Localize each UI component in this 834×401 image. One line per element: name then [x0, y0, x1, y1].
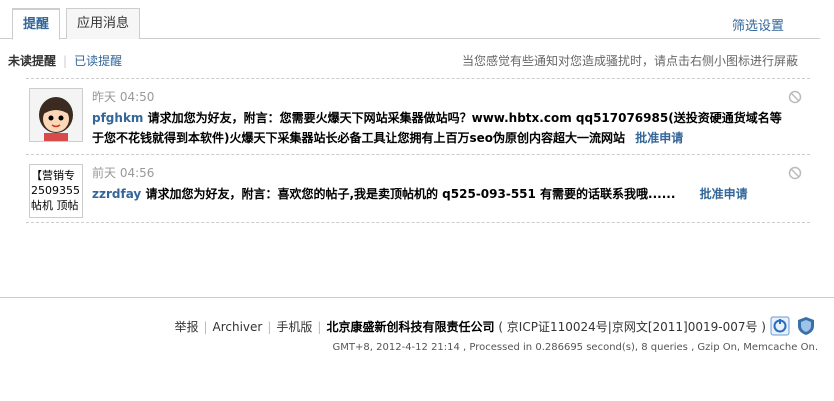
read-filter-link[interactable]: 已读提醒: [74, 54, 122, 68]
divider: [26, 154, 810, 155]
notice-message: pfghkm 请求加您为好友，附言：您需要火爆天下网站采集器做站吗？www.hb…: [92, 108, 782, 148]
approve-request-link[interactable]: 批准申请: [700, 187, 748, 201]
footer-links: 举报 | Archiver | 手机版 | 北京康盛新创科技有限责任公司 ( 京ICP证11…: [174, 320, 766, 334]
divider: [26, 222, 810, 223]
approve-request-link[interactable]: 批准申请: [635, 131, 683, 145]
avatar-text-line: 帖机 顶帖: [31, 199, 79, 212]
tab-notifications[interactable]: 提醒: [12, 8, 61, 40]
tab-bar: 提醒 应用消息 筛选设置: [0, 0, 820, 40]
separator: |: [63, 54, 68, 68]
report-link[interactable]: 举报: [174, 320, 198, 334]
icp-license[interactable]: ( 京ICP证110024号|京网文[2011]0019-007号 ): [498, 320, 766, 334]
notice-time: 前天 04:56: [92, 166, 155, 180]
list-item: 【营销专 2509355 帖机 顶帖 前天 04:56 zzrdfay 请求加您…: [26, 156, 810, 220]
avatar-text-line: 2509355: [31, 184, 80, 197]
shield-icon[interactable]: [796, 316, 816, 336]
divider: [26, 78, 810, 79]
mobile-version-link[interactable]: 手机版: [276, 320, 312, 334]
unread-filter[interactable]: 未读提醒: [8, 54, 56, 68]
tab-app-messages[interactable]: 应用消息: [66, 8, 141, 39]
notice-message: zzrdfay 请求加您为好友，附言：喜欢您的帖子,我是卖顶帖机的 q525-0…: [92, 184, 782, 204]
notice-subnav: 未读提醒 | 已读提醒 当您感觉有些通知对您造成骚扰时，请点击右侧小图标进行屏蔽: [8, 52, 808, 70]
avatar[interactable]: [29, 88, 83, 142]
company-link[interactable]: 北京康盛新创科技有限责任公司: [326, 320, 494, 334]
footer-stats: GMT+8, 2012-4-12 21:14 , Processed in 0.…: [332, 342, 818, 353]
avatar-text-line: 【营销专: [31, 169, 75, 182]
notice-username-link[interactable]: zzrdfay: [92, 187, 141, 201]
avatar[interactable]: 【营销专 2509355 帖机 顶帖: [29, 164, 83, 218]
archiver-link[interactable]: Archiver: [213, 320, 263, 334]
notice-message-text: 请求加您为好友，附言：喜欢您的帖子,我是卖顶帖机的 q525-093-551 有…: [145, 187, 676, 201]
notice-time: 昨天 04:50: [92, 90, 155, 104]
block-notice-icon[interactable]: [788, 90, 802, 104]
list-item: 昨天 04:50 pfghkm 请求加您为好友，附言：您需要火爆天下网站采集器做…: [26, 80, 810, 150]
user-avatar-cartoon-icon: [30, 89, 82, 141]
filter-settings-link[interactable]: 筛选设置: [732, 15, 784, 34]
block-notice-icon[interactable]: [788, 166, 802, 180]
block-tip-text: 当您感觉有些通知对您造成骚扰时，请点击右侧小图标进行屏蔽: [461, 54, 798, 68]
security-badge-icon[interactable]: [770, 316, 790, 336]
footer-divider: [0, 297, 834, 298]
notice-username-link[interactable]: pfghkm: [92, 111, 143, 125]
